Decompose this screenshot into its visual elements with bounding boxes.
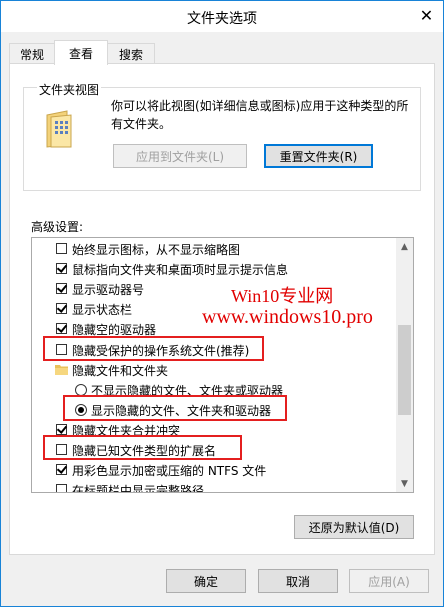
checkbox[interactable] [56,243,67,254]
folder-options-window: 文件夹选项 ✕ 常规 查看 搜索 文件夹视图 你可以将此视图(如详细信息或图标)… [0,0,444,607]
checkbox[interactable] [56,263,67,274]
ok-button[interactable]: 确定 [166,569,246,593]
list-item[interactable]: 在标题栏中显示完整路径 [32,480,398,493]
list-item-label: 显示驱动器号 [72,283,145,297]
checkbox[interactable] [56,283,67,294]
close-icon: ✕ [419,5,434,25]
checkbox[interactable] [56,323,67,334]
list-item-label: 显示状态栏 [72,303,133,317]
checkbox[interactable] [56,303,67,314]
checkbox[interactable] [56,424,67,435]
apply-to-folders-button[interactable]: 应用到文件夹(L) [113,144,247,168]
reset-folders-label: 重置文件夹(R) [279,149,358,164]
reset-folders-button[interactable]: 重置文件夹(R) [264,144,373,168]
cancel-button[interactable]: 取消 [258,569,338,593]
cancel-label: 取消 [285,574,310,589]
window-title: 文件夹选项 [187,11,257,27]
apply-label: 应用(A) [368,574,410,589]
tab-view[interactable]: 查看 [54,40,108,65]
list-item[interactable]: 用彩色显示加密或压缩的 NTFS 文件 [32,460,398,479]
folder-icon [55,365,68,375]
close-button[interactable]: ✕ [410,1,443,29]
watermark-url: www.windows10.pro [202,306,373,328]
list-item: 隐藏文件和文件夹 [32,360,398,379]
tab-general-label: 常规 [19,47,44,62]
highlight-box-extensions [43,435,242,460]
watermark-site-name: Win10专业网 [231,286,334,306]
restore-defaults-label: 还原为默认值(D) [308,520,400,535]
folder-view-icon [46,110,72,148]
apply-button[interactable]: 应用(A) [349,569,429,593]
folder-views-title: 文件夹视图 [37,81,102,98]
highlight-box-protected-files [43,336,264,361]
tab-search-label: 搜索 [118,47,143,62]
checkbox[interactable] [56,464,67,475]
list-item[interactable]: 鼠标指向文件夹和桌面项时显示提示信息 [32,259,398,278]
title-bar: 文件夹选项 ✕ [1,1,443,32]
list-item-label: 在标题栏中显示完整路径 [72,484,205,493]
vertical-scrollbar[interactable]: ▲ ▼ [396,238,413,492]
folder-views-description: 你可以将此视图(如详细信息或图标)应用于这种类型的所有文件夹。 [111,99,409,131]
checkbox[interactable] [56,484,67,492]
scroll-down-icon[interactable]: ▼ [396,475,413,492]
ok-label: 确定 [193,574,218,589]
restore-defaults-button[interactable]: 还原为默认值(D) [294,515,414,539]
apply-to-folders-label: 应用到文件夹(L) [135,149,225,164]
list-item-label: 用彩色显示加密或压缩的 NTFS 文件 [72,464,267,478]
tab-search[interactable]: 搜索 [107,43,155,64]
scroll-up-icon[interactable]: ▲ [396,238,413,255]
list-item-label: 隐藏文件和文件夹 [72,364,169,378]
scrollbar-thumb[interactable] [398,325,411,415]
list-item[interactable]: 显示驱动器号 [32,279,398,298]
list-item[interactable]: 始终显示图标，从不显示缩略图 [32,239,398,258]
tab-view-label: 查看 [68,46,93,61]
advanced-settings-label: 高级设置: [31,220,84,234]
list-item-label: 鼠标指向文件夹和桌面项时显示提示信息 [72,263,289,277]
list-item-label: 始终显示图标，从不显示缩略图 [72,243,241,257]
tab-general[interactable]: 常规 [9,43,55,64]
highlight-box-show-hidden [63,395,287,421]
